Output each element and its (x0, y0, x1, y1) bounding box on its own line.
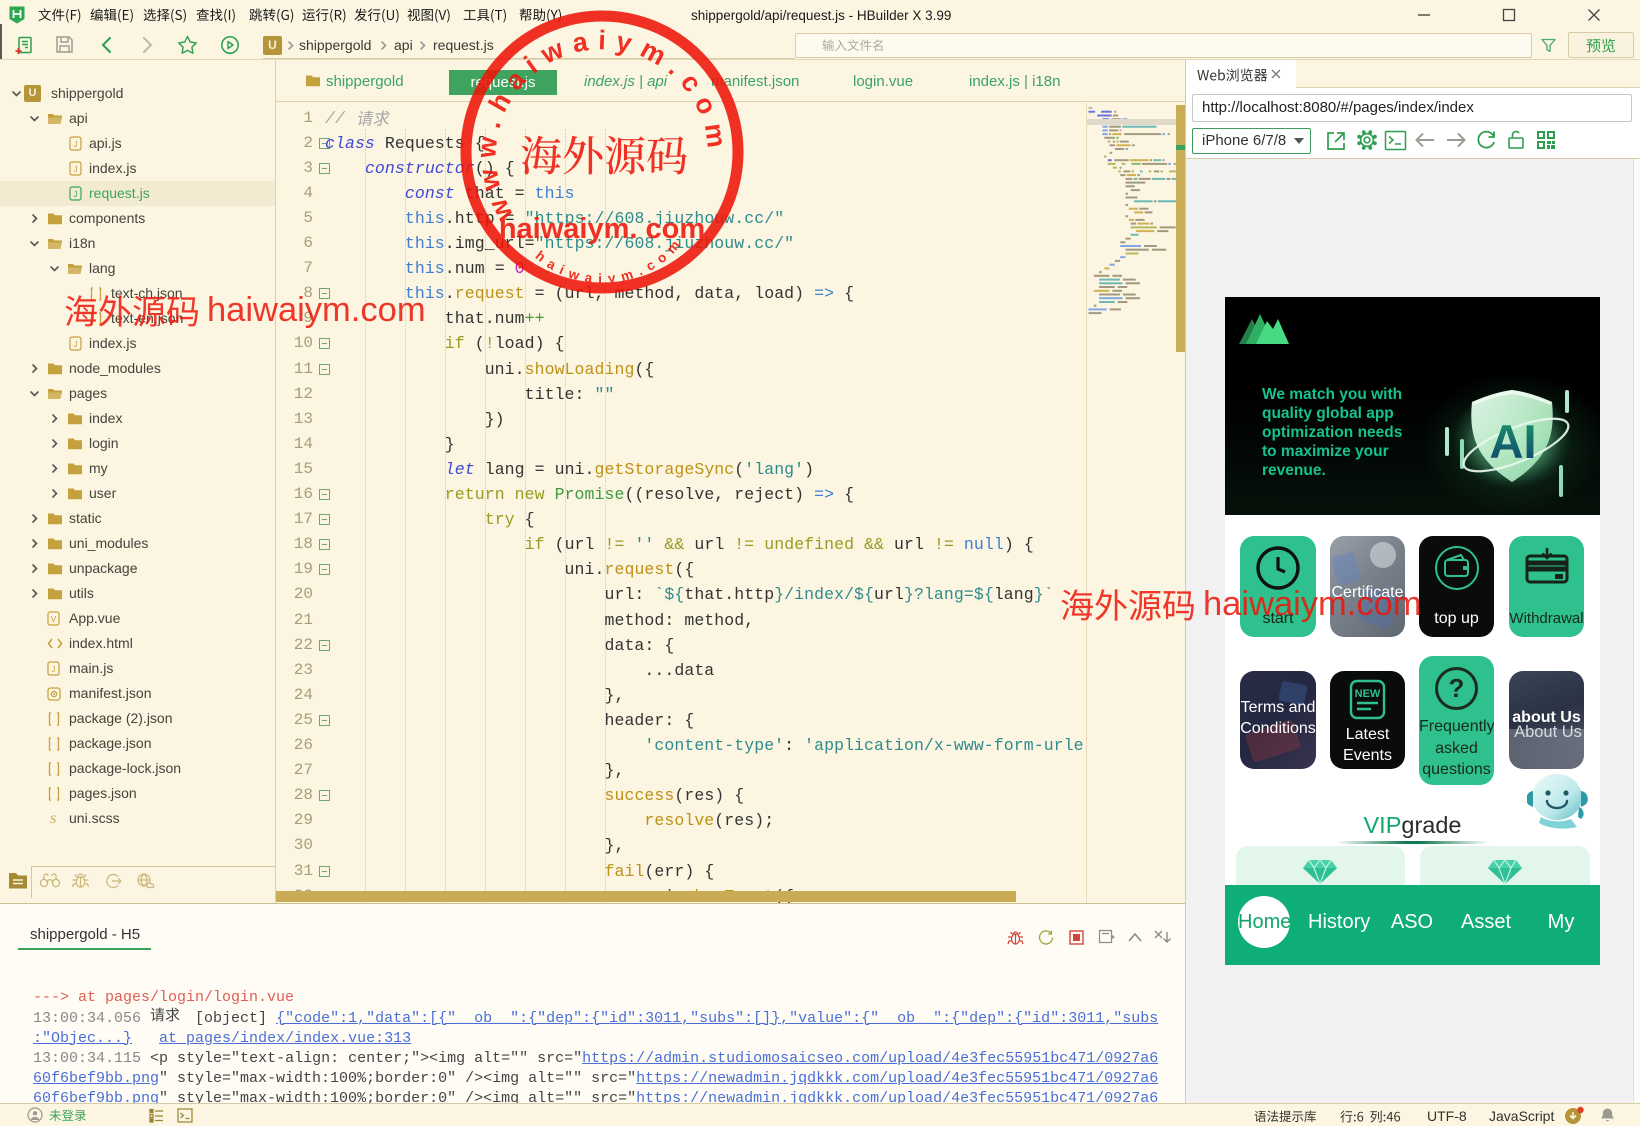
svg-text:?: ? (1449, 673, 1465, 703)
svg-text:J: J (74, 190, 78, 199)
svg-text:J: J (74, 165, 78, 174)
svg-text:J: J (74, 140, 78, 149)
svg-text:J: J (52, 665, 56, 674)
svg-text:haiwaiym. com: haiwaiym. com (499, 213, 705, 245)
svg-text:NEW: NEW (1355, 688, 1381, 700)
svg-text:AI: AI (1490, 415, 1537, 468)
svg-text:S: S (50, 812, 56, 826)
svg-text:J: J (74, 340, 78, 349)
svg-text:V: V (51, 614, 57, 624)
